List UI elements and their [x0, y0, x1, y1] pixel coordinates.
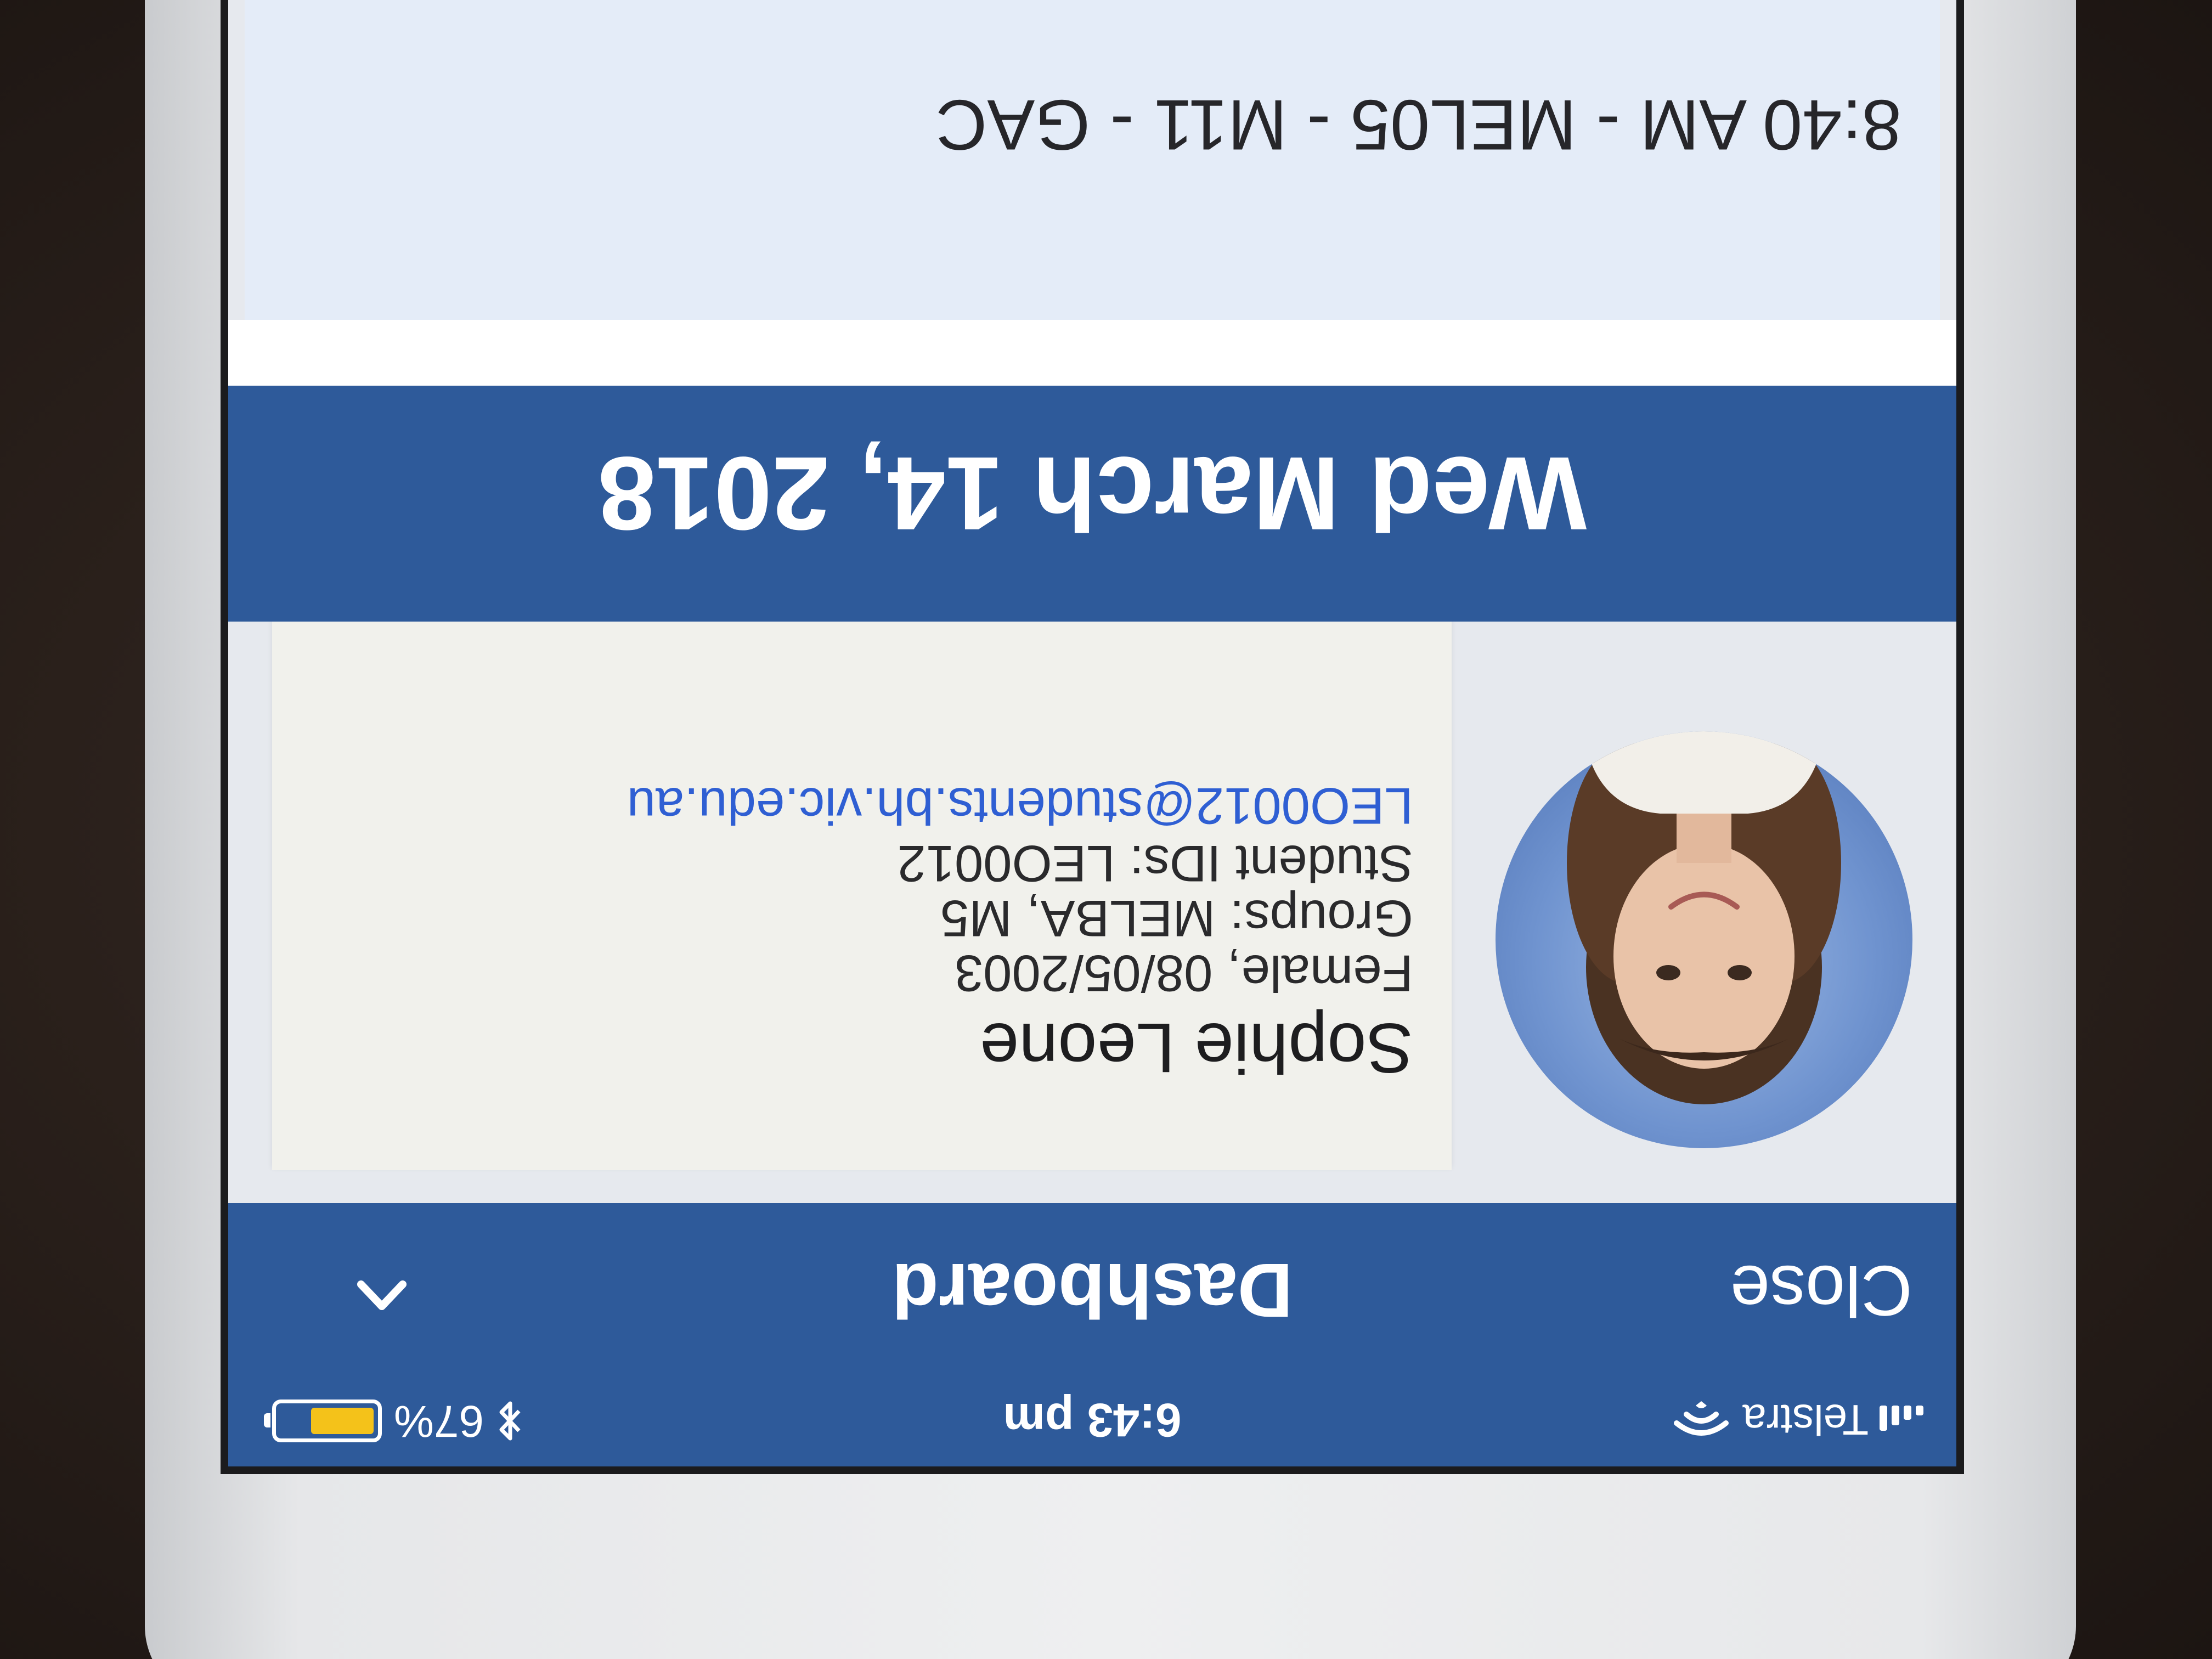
student-info-card: Sophie Leone Female, 08/05/2003 Groups: … [272, 622, 1452, 1170]
lesson-text: 8:40 AM - MEL05 - M11 - GAC [935, 85, 1901, 165]
student-groups: Groups: MELBA, M5 [940, 890, 1413, 947]
battery-icon [272, 1400, 382, 1442]
battery-percent: 67% [394, 1396, 484, 1446]
divider [228, 320, 1956, 386]
status-bar: Telstra 6:43 pm 67% [228, 1384, 1956, 1466]
student-ids: Student IDs: LEO0012 [897, 835, 1413, 893]
page-title: Dashboard [891, 1248, 1293, 1334]
chevron-up-icon[interactable] [354, 1274, 409, 1318]
date-banner: Wed March 14, 2018 [228, 386, 1956, 622]
student-photo [1567, 731, 1841, 1104]
status-right-group: 67% [272, 1395, 523, 1447]
lesson-item[interactable]: 8:40 AM - MEL05 - M11 - GAC [245, 0, 1940, 320]
avatar [1496, 731, 1912, 1148]
battery-fill [311, 1408, 374, 1434]
student-email-link[interactable]: LEO0012@students.bh.vic.edu.au [627, 776, 1413, 836]
nav-bar: Close Dashboard [228, 1203, 1956, 1384]
bluetooth-icon [499, 1401, 521, 1441]
student-gender-dob: Female, 08/05/2003 [954, 945, 1413, 1002]
student-profile: Sophie Leone Female, 08/05/2003 Groups: … [228, 622, 1956, 1203]
photo-scene: Telstra 6:43 pm 67% Close Dashboard Soph… [0, 0, 2212, 1659]
phone-screen: Telstra 6:43 pm 67% Close Dashboard Soph… [221, 0, 1964, 1474]
student-name: Sophie Leone [979, 1008, 1413, 1087]
schedule-date: Wed March 14, 2018 [597, 435, 1587, 551]
